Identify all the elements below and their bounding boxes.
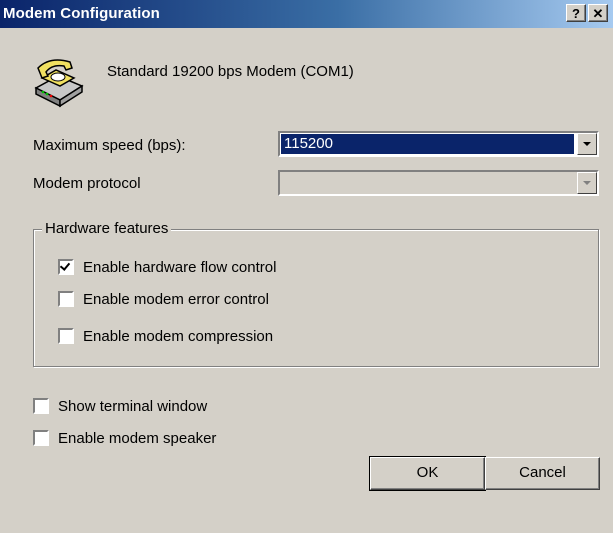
checkbox-icon[interactable] — [58, 328, 74, 344]
hardware-flow-control-checkbox[interactable]: Enable hardware flow control — [58, 257, 276, 277]
checkbox-label: Enable modem error control — [83, 290, 269, 308]
close-button[interactable]: ✕ — [588, 4, 608, 22]
chevron-down-icon[interactable] — [577, 172, 597, 194]
title-bar[interactable]: Modem Configuration ? ✕ — [0, 0, 613, 28]
protocol-select[interactable] — [278, 170, 599, 196]
checkbox-icon[interactable] — [33, 398, 49, 414]
window-title: Modem Configuration — [3, 5, 160, 22]
protocol-label: Modem protocol — [33, 175, 141, 192]
checkbox-label: Enable hardware flow control — [83, 258, 277, 276]
show-terminal-window-checkbox[interactable]: Show terminal window — [33, 396, 207, 416]
phone-modem-icon — [34, 59, 84, 108]
ok-button[interactable]: OK — [369, 456, 486, 491]
max-speed-select[interactable]: 115200 — [278, 131, 599, 157]
chevron-down-icon[interactable] — [577, 133, 597, 155]
max-speed-value: 115200 — [281, 134, 574, 154]
checkbox-icon[interactable] — [58, 291, 74, 307]
modem-speaker-checkbox[interactable]: Enable modem speaker — [33, 428, 216, 448]
checkbox-icon[interactable] — [33, 430, 49, 446]
max-speed-label: Maximum speed (bps): — [33, 137, 186, 154]
cancel-button[interactable]: Cancel — [485, 457, 600, 490]
hardware-features-label: Hardware features — [42, 220, 172, 237]
checkbox-label: Enable modem compression — [83, 327, 274, 345]
modem-error-control-checkbox[interactable]: Enable modem error control — [58, 289, 269, 309]
checkbox-label: Show terminal window — [58, 397, 208, 415]
modem-compression-checkbox[interactable]: Enable modem compression — [58, 326, 273, 346]
checkbox-checked-icon[interactable] — [58, 259, 74, 275]
help-button[interactable]: ? — [566, 4, 586, 22]
checkbox-label: Enable modem speaker — [58, 429, 217, 447]
modem-name: Standard 19200 bps Modem (COM1) — [107, 63, 354, 80]
